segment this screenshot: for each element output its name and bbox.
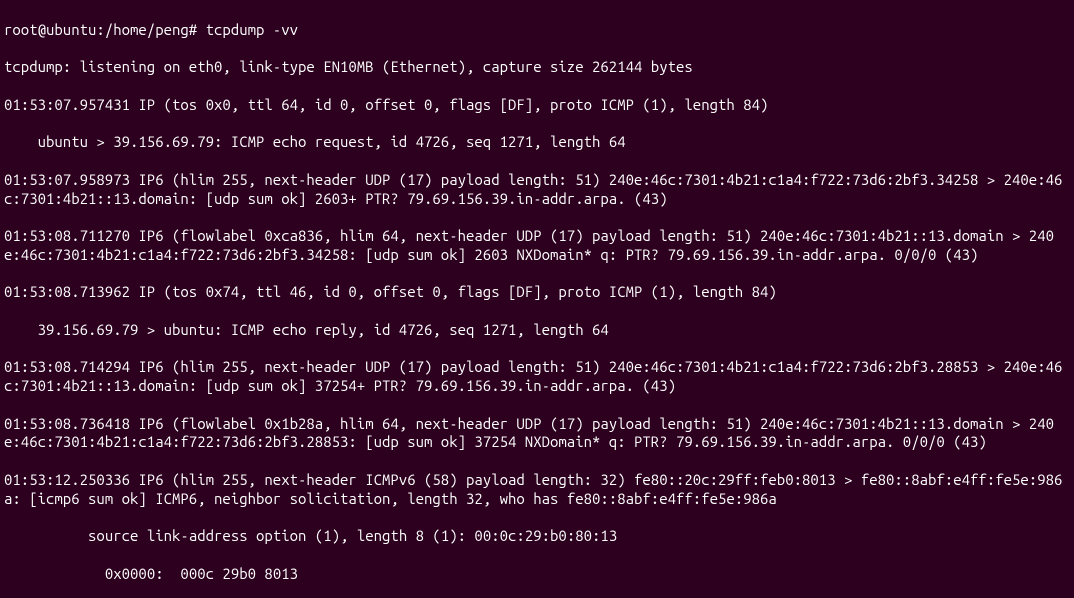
output-line: 01:53:12.250336 IP6 (hlim 255, next-head… [4, 471, 1070, 509]
prompt-line: root@ubuntu:/home/peng# tcpdump -vv [4, 21, 1070, 40]
shell-prompt: root@ubuntu:/home/peng# [4, 21, 206, 38]
output-line: 01:53:08.714294 IP6 (hlim 255, next-head… [4, 358, 1070, 396]
output-line: tcpdump: listening on eth0, link-type EN… [4, 58, 1070, 77]
entered-command: tcpdump -vv [206, 21, 298, 38]
output-line: 01:53:08.736418 IP6 (flowlabel 0x1b28a, … [4, 415, 1070, 453]
terminal-output[interactable]: root@ubuntu:/home/peng# tcpdump -vv tcpd… [0, 0, 1074, 598]
output-line: 01:53:08.713962 IP (tos 0x74, ttl 46, id… [4, 283, 1070, 302]
output-line: source link-address option (1), length 8… [4, 527, 1070, 546]
output-line: ubuntu > 39.156.69.79: ICMP echo request… [4, 133, 1070, 152]
output-line: 39.156.69.79 > ubuntu: ICMP echo reply, … [4, 321, 1070, 340]
output-line: 01:53:07.958973 IP6 (hlim 255, next-head… [4, 171, 1070, 209]
output-line: 01:53:08.711270 IP6 (flowlabel 0xca836, … [4, 227, 1070, 265]
output-line: 0x0000: 000c 29b0 8013 [4, 565, 1070, 584]
output-line: 01:53:07.957431 IP (tos 0x0, ttl 64, id … [4, 96, 1070, 115]
